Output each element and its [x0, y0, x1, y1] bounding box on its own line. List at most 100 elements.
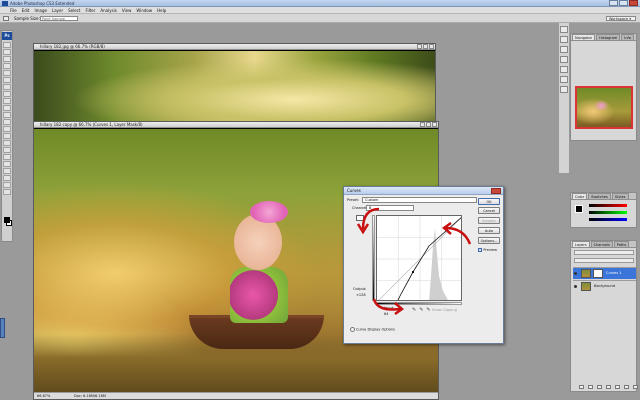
add-mask-icon[interactable]	[597, 385, 602, 389]
document-canvas[interactable]	[34, 51, 435, 132]
document-window-original[interactable]: hillary 182.jpg @ 66.7% (RGB/8)	[33, 43, 436, 133]
green-slider[interactable]	[589, 211, 627, 214]
close-icon[interactable]	[491, 188, 501, 194]
notes-tool-icon[interactable]	[3, 168, 11, 174]
minimize-icon[interactable]	[609, 0, 618, 6]
new-group-icon[interactable]	[615, 385, 620, 389]
document-info[interactable]: Doc: 6.18M/6.18M	[74, 393, 106, 400]
history-panel-icon[interactable]	[560, 26, 568, 33]
menu-edit[interactable]: Edit	[22, 8, 30, 13]
tab-swatches[interactable]: Swatches	[588, 193, 611, 199]
tab-channels[interactable]: Channels	[590, 241, 613, 247]
zoom-level[interactable]: 66.67%	[37, 393, 50, 400]
healing-brush-tool-icon[interactable]	[3, 84, 11, 90]
trash-icon[interactable]	[633, 385, 638, 389]
tab-color[interactable]: Color	[572, 193, 588, 199]
workspace-button[interactable]: Workspace ▾	[606, 16, 636, 21]
show-clipping-checkbox[interactable]: Show Clipping	[432, 308, 457, 312]
output-value[interactable]: <128	[356, 293, 366, 297]
brush-tool-icon[interactable]	[3, 91, 11, 97]
ok-button[interactable]: OK	[478, 198, 500, 205]
blur-tool-icon[interactable]	[3, 126, 11, 132]
menu-help[interactable]: Help	[157, 8, 166, 13]
layer-name[interactable]: Background	[594, 284, 615, 288]
shape-tool-icon[interactable]	[3, 161, 11, 167]
maximize-icon[interactable]	[423, 44, 428, 49]
red-slider[interactable]	[589, 204, 627, 207]
expand-arrow-icon[interactable]	[350, 327, 355, 332]
auto-button[interactable]: Auto	[478, 227, 500, 234]
layer-row[interactable]: Curves 1	[573, 267, 636, 279]
pen-tool-icon[interactable]	[3, 140, 11, 146]
link-layers-icon[interactable]	[579, 385, 584, 389]
tab-layers[interactable]: Layers	[572, 241, 590, 247]
smooth-button[interactable]: Smooth	[478, 217, 500, 224]
layer-style-icon[interactable]	[588, 385, 593, 389]
curve-control-point[interactable]	[412, 271, 414, 273]
zoom-tool-icon[interactable]	[3, 189, 11, 195]
checkbox-checked-icon[interactable]	[478, 248, 483, 252]
black-point-eyedropper-icon[interactable]: ✎	[412, 307, 416, 313]
marquee-tool-icon[interactable]	[3, 49, 11, 55]
crop-tool-icon[interactable]	[3, 70, 11, 76]
tab-info[interactable]: Info	[621, 34, 634, 40]
move-tool-icon[interactable]	[3, 42, 11, 48]
slice-tool-icon[interactable]	[3, 77, 11, 83]
curve-display-options-toggle[interactable]: Curve Display Options	[350, 327, 395, 332]
layer-mask-thumbnail[interactable]	[593, 269, 603, 278]
path-selection-tool-icon[interactable]	[3, 154, 11, 160]
menu-layer[interactable]: Layer	[52, 8, 63, 13]
lasso-tool-icon[interactable]	[3, 56, 11, 62]
character-panel-icon[interactable]	[560, 76, 568, 83]
eye-icon[interactable]	[574, 272, 577, 275]
document-title[interactable]: hillary 182 copy @ 66.7% (Curves 1, Laye…	[34, 122, 438, 128]
dialog-title[interactable]: Curves	[344, 187, 503, 195]
close-icon[interactable]	[629, 0, 638, 6]
options-button[interactable]: Options...	[478, 237, 500, 244]
magic-wand-tool-icon[interactable]	[3, 63, 11, 69]
eyedropper-tool-icon[interactable]	[3, 175, 11, 181]
menu-view[interactable]: View	[122, 8, 132, 13]
color-swatch[interactable]	[575, 205, 583, 213]
lock-options-row[interactable]	[574, 258, 634, 263]
menu-analysis[interactable]: Analysis	[100, 8, 116, 13]
preview-checkbox[interactable]: Preview	[478, 248, 497, 252]
brushes-panel-icon[interactable]	[560, 56, 568, 63]
menu-select[interactable]: Select	[68, 8, 80, 13]
history-brush-tool-icon[interactable]	[3, 105, 11, 111]
minimize-icon[interactable]	[417, 44, 422, 49]
cancel-button[interactable]: Cancel	[478, 207, 500, 214]
gradient-tool-icon[interactable]	[3, 119, 11, 125]
adjustment-layer-icon[interactable]	[606, 385, 611, 389]
tab-navigator[interactable]: Navigator	[572, 34, 596, 40]
layer-name[interactable]: Curves 1	[606, 271, 622, 275]
tab-histogram[interactable]: Histogram	[596, 34, 621, 40]
document-title[interactable]: hillary 182.jpg @ 66.7% (RGB/8)	[34, 44, 435, 50]
close-icon[interactable]	[432, 122, 437, 127]
eyedropper-tool-icon[interactable]	[3, 16, 9, 21]
sample-size-select[interactable]: Point Sample	[40, 16, 78, 21]
clone-stamp-tool-icon[interactable]	[3, 98, 11, 104]
close-icon[interactable]	[429, 44, 434, 49]
paragraph-panel-icon[interactable]	[560, 86, 568, 93]
type-tool-icon[interactable]	[3, 147, 11, 153]
eye-icon[interactable]	[574, 285, 577, 288]
navigator-thumbnail[interactable]	[575, 86, 633, 129]
tab-paths[interactable]: Paths	[613, 241, 630, 247]
dodge-tool-icon[interactable]	[3, 133, 11, 139]
tab-styles[interactable]: Styles	[611, 193, 629, 199]
layer-row[interactable]: Background	[573, 280, 636, 292]
maximize-icon[interactable]	[426, 122, 431, 127]
menu-filter[interactable]: Filter	[85, 8, 95, 13]
menu-window[interactable]: Window	[136, 8, 152, 13]
hand-tool-icon[interactable]	[3, 182, 11, 188]
new-layer-icon[interactable]	[624, 385, 629, 389]
actions-panel-icon[interactable]	[560, 36, 568, 43]
menu-image[interactable]: Image	[34, 8, 47, 13]
blue-slider[interactable]	[589, 218, 627, 221]
gray-point-eyedropper-icon[interactable]: ✎	[419, 307, 423, 313]
tool-presets-icon[interactable]	[560, 46, 568, 53]
blend-mode-select[interactable]	[574, 250, 634, 255]
maximize-icon[interactable]	[619, 0, 628, 6]
preset-select[interactable]: Custom	[362, 197, 477, 203]
